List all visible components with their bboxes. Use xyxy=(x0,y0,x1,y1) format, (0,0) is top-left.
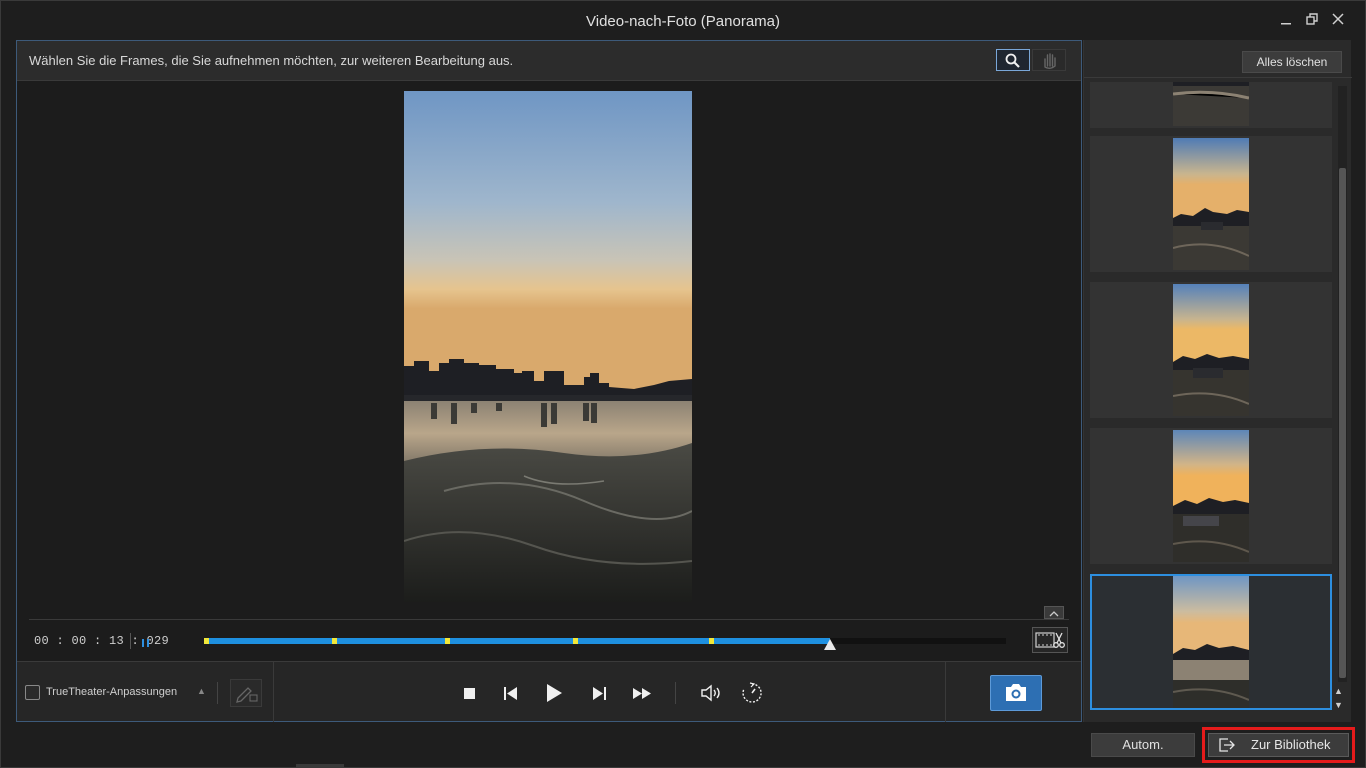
frame-thumbnail[interactable] xyxy=(1090,282,1332,418)
capture-frame-button[interactable] xyxy=(990,675,1042,711)
taskbar-fragment xyxy=(296,764,344,768)
captured-frame-marker[interactable] xyxy=(204,638,209,644)
edit-effects-button[interactable] xyxy=(230,679,262,707)
fast-forward-icon xyxy=(633,688,651,699)
minimize-button[interactable] xyxy=(1275,11,1297,33)
close-button[interactable] xyxy=(1327,11,1349,33)
pan-tool-button[interactable] xyxy=(1032,49,1066,71)
export-icon xyxy=(1219,738,1235,752)
sunset-river-image xyxy=(404,91,692,602)
frame-thumbnail-list xyxy=(1090,82,1334,714)
panel-divider xyxy=(1084,77,1352,78)
zoom-tool-button[interactable] xyxy=(996,49,1030,71)
frame-image xyxy=(1173,430,1249,562)
timeline-divider xyxy=(29,619,1069,620)
collapse-timeline-button[interactable] xyxy=(1044,606,1064,619)
playback-controls: TrueTheater-Anpassungen ▲ xyxy=(17,661,1081,722)
title-bar: Video-nach-Foto (Panorama) xyxy=(1,1,1365,41)
frame-thumbnail[interactable] xyxy=(1090,136,1332,272)
playhead-slider[interactable] xyxy=(823,639,836,650)
scroll-up-arrow-icon[interactable]: ▲ xyxy=(1334,686,1343,696)
clear-all-button[interactable]: Alles löschen xyxy=(1242,51,1342,73)
separator xyxy=(217,682,218,704)
frame-image xyxy=(1173,576,1249,708)
auto-capture-button[interactable]: Autom. xyxy=(1091,733,1195,757)
preview-panel: Wählen Sie die Frames, die Sie aufnehmen… xyxy=(16,40,1082,722)
magnifier-icon xyxy=(1005,53,1020,68)
captured-frame-marker[interactable] xyxy=(444,638,450,644)
frame-image xyxy=(1173,284,1249,416)
thumbnail-scrollbar[interactable] xyxy=(1338,86,1347,682)
pause-icon xyxy=(142,639,149,647)
scroll-down-arrow-icon[interactable]: ▼ xyxy=(1334,700,1343,710)
to-library-label: Zur Bibliothek xyxy=(1251,737,1331,752)
speed-dial-icon xyxy=(742,682,762,703)
hint-bar: Wählen Sie die Frames, die Sie aufnehmen… xyxy=(17,41,1081,81)
minimize-icon xyxy=(1281,23,1291,25)
truetheater-label: TrueTheater-Anpassungen xyxy=(46,686,178,698)
stop-button[interactable] xyxy=(456,680,482,706)
skip-back-icon xyxy=(504,687,517,700)
captured-frame-marker[interactable] xyxy=(572,638,578,644)
video-frame-preview xyxy=(404,91,692,602)
time-separator xyxy=(130,633,131,649)
film-scissors-icon xyxy=(1035,632,1065,648)
hand-icon xyxy=(1044,53,1056,69)
play-icon xyxy=(547,684,562,702)
fast-forward-button[interactable] xyxy=(630,680,656,706)
trim-frames-button[interactable] xyxy=(1032,627,1068,653)
timeline-track[interactable] xyxy=(204,638,1006,644)
frame-thumbnail[interactable] xyxy=(1090,82,1332,128)
close-icon xyxy=(1332,13,1344,25)
next-frame-button[interactable] xyxy=(587,680,613,706)
camera-icon xyxy=(1006,684,1026,701)
scrollbar-thumb[interactable] xyxy=(1339,168,1346,678)
restore-icon xyxy=(1306,13,1318,25)
play-button[interactable] xyxy=(540,680,566,706)
truetheater-checkbox[interactable] xyxy=(25,685,40,700)
stop-icon xyxy=(464,688,475,699)
video-to-photo-window: Video-nach-Foto (Panorama) Wählen Sie di… xyxy=(0,0,1366,768)
truetheater-expand-icon[interactable]: ▲ xyxy=(197,686,206,696)
separator xyxy=(675,682,676,704)
speaker-icon xyxy=(701,684,720,702)
captured-frames-panel: Alles löschen ▲ ▼ xyxy=(1083,40,1352,722)
frame-image xyxy=(1173,82,1249,126)
frame-thumbnail[interactable] xyxy=(1090,428,1332,564)
pencil-icon xyxy=(236,687,258,703)
frame-image xyxy=(1173,138,1249,270)
truetheater-panel: TrueTheater-Anpassungen ▲ xyxy=(17,662,274,722)
instruction-text: Wählen Sie die Frames, die Sie aufnehmen… xyxy=(29,53,514,68)
volume-button[interactable] xyxy=(698,680,724,706)
timeline-progress xyxy=(204,638,830,644)
restore-button[interactable] xyxy=(1301,11,1323,33)
capture-area xyxy=(945,662,1081,722)
playback-speed-button[interactable] xyxy=(739,680,765,706)
skip-forward-icon xyxy=(593,687,606,700)
frame-thumbnail-selected[interactable] xyxy=(1090,574,1332,710)
footer-bar: Autom. Zur Bibliothek xyxy=(1,725,1365,767)
captured-frame-marker[interactable] xyxy=(332,638,338,644)
window-title: Video-nach-Foto (Panorama) xyxy=(586,13,780,30)
pause-indicator[interactable] xyxy=(141,635,151,647)
to-library-button[interactable]: Zur Bibliothek xyxy=(1208,733,1349,757)
previous-frame-button[interactable] xyxy=(497,680,523,706)
captured-frame-marker[interactable] xyxy=(709,638,715,644)
